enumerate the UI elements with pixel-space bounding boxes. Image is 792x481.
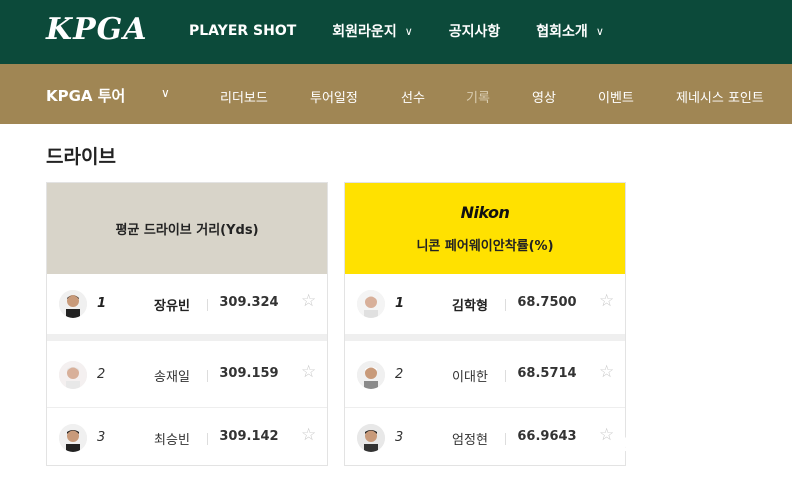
nav-label: 회원라운지 (332, 24, 397, 40)
nav-label: 협회소개 (536, 24, 588, 40)
star-icon[interactable]: ☆ (301, 291, 316, 311)
player-avatar (357, 290, 385, 318)
star-icon[interactable]: ☆ (301, 362, 316, 382)
rank-number: 3 (97, 430, 106, 445)
ranking-row[interactable]: 2 이대한 68.5714 ☆ (345, 345, 625, 405)
sub-nav-bar: KPGA 투어 ∨ 리더보드 투어일정 선수 기록 영상 이벤트 제네시스 포인… (0, 64, 792, 124)
row-separator (47, 334, 327, 341)
divider (505, 433, 506, 445)
stat-value: 68.7500 (517, 295, 577, 310)
card-header[interactable]: Nikon 니콘 페어웨이안착률(%) (345, 183, 625, 274)
ranking-row[interactable]: 3 최승빈 309.142 ☆ (47, 407, 327, 467)
card-title: 평균 드라이브 거리(Yds) (115, 223, 259, 238)
divider (207, 299, 208, 311)
rank-number: 2 (97, 367, 106, 382)
ranking-row[interactable]: 3 엄정현 66.9643 ☆ (345, 407, 625, 467)
stat-value: 309.142 (219, 429, 279, 444)
watermark-logo: 4CU (614, 434, 659, 460)
star-icon[interactable]: ☆ (599, 425, 614, 445)
rank-number: 2 (395, 367, 404, 382)
subnav-genesis-points[interactable]: 제네시스 포인트 (676, 87, 764, 106)
stat-value: 309.159 (219, 366, 279, 381)
nav-label: PLAYER SHOT (189, 23, 297, 39)
card-title: 니콘 페어웨이안착률(%) (416, 239, 554, 254)
divider (207, 370, 208, 382)
player-avatar (357, 361, 385, 389)
subnav-schedule[interactable]: 투어일정 (310, 87, 358, 106)
chevron-down-icon: ∨ (404, 24, 413, 38)
star-icon[interactable]: ☆ (599, 291, 614, 311)
tour-selector[interactable]: KPGA 투어 (46, 85, 125, 106)
player-name[interactable]: 이대한 (425, 366, 515, 385)
subnav-events[interactable]: 이벤트 (598, 87, 634, 106)
watermark-text: 포쎄유신문 (667, 436, 764, 460)
kpga-logo[interactable]: KPGA (46, 12, 148, 47)
player-avatar (59, 290, 87, 318)
stat-card-fairway-accuracy: Nikon 니콘 페어웨이안착률(%) 1 김학형 68.7500 ☆ 2 이대… (344, 182, 626, 466)
subnav-leaderboard[interactable]: 리더보드 (220, 87, 268, 106)
chevron-down-icon: ∨ (595, 24, 604, 38)
top-header: KPGA PLAYER SHOT 회원라운지 ∨ 공지사항 협회소개 ∨ (0, 0, 792, 64)
nav-member-lounge[interactable]: 회원라운지 ∨ (332, 21, 412, 41)
watermark: 4CU 포쎄유신문 (614, 432, 764, 462)
divider (505, 299, 506, 311)
rank-number: 1 (97, 296, 107, 311)
page-title: 드라이브 (46, 146, 116, 168)
divider (207, 433, 208, 445)
stat-value: 68.5714 (517, 366, 577, 381)
chevron-down-icon[interactable]: ∨ (161, 86, 170, 100)
ranking-row[interactable]: 1 장유빈 309.324 ☆ (47, 274, 327, 334)
top-nav: PLAYER SHOT 회원라운지 ∨ 공지사항 협회소개 ∨ (189, 21, 604, 41)
nikon-logo: Nikon (460, 203, 510, 222)
stat-card-drive-distance: 평균 드라이브 거리(Yds) 1 장유빈 309.324 ☆ 2 송재일 30… (46, 182, 328, 466)
rank-number: 1 (395, 296, 405, 311)
subnav-records[interactable]: 기록 (466, 87, 490, 106)
nav-player-shot[interactable]: PLAYER SHOT (189, 21, 296, 41)
subnav-videos[interactable]: 영상 (532, 87, 556, 106)
rank-number: 3 (395, 430, 404, 445)
player-name[interactable]: 엄정현 (425, 429, 515, 448)
player-name[interactable]: 송재일 (127, 366, 217, 385)
stat-value: 309.324 (219, 295, 279, 310)
nav-association[interactable]: 협회소개 ∨ (536, 21, 604, 41)
player-name[interactable]: 김학형 (425, 295, 515, 314)
star-icon[interactable]: ☆ (599, 362, 614, 382)
stat-value: 66.9643 (517, 429, 577, 444)
player-avatar (59, 361, 87, 389)
star-icon[interactable]: ☆ (301, 425, 316, 445)
ranking-row[interactable]: 1 김학형 68.7500 ☆ (345, 274, 625, 334)
row-separator (345, 334, 625, 341)
player-avatar (357, 424, 385, 452)
ranking-row[interactable]: 2 송재일 309.159 ☆ (47, 345, 327, 405)
player-avatar (59, 424, 87, 452)
subnav-players[interactable]: 선수 (401, 87, 425, 106)
nav-label: 공지사항 (448, 24, 501, 40)
nav-notices[interactable]: 공지사항 (449, 21, 501, 41)
player-name[interactable]: 최승빈 (127, 429, 217, 448)
player-name[interactable]: 장유빈 (127, 295, 217, 314)
card-header[interactable]: 평균 드라이브 거리(Yds) (47, 183, 327, 274)
divider (505, 370, 506, 382)
